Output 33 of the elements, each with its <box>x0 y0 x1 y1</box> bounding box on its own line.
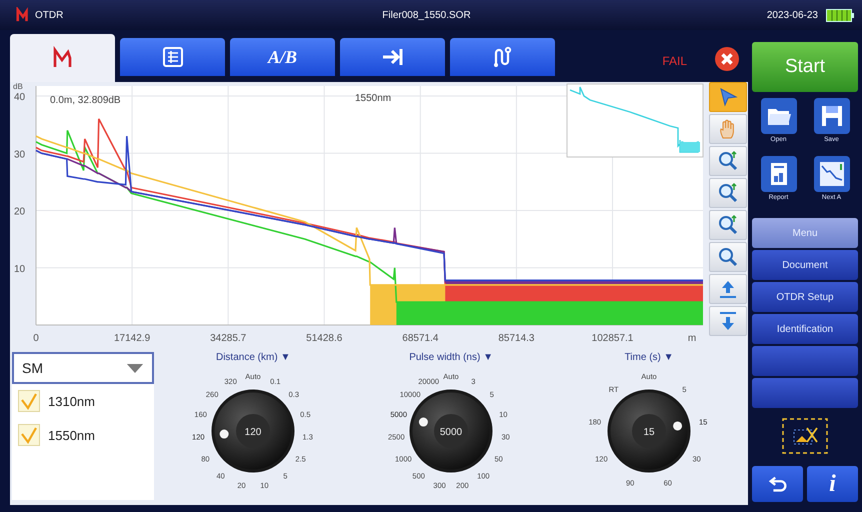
y-tick-label: 20 <box>14 206 26 218</box>
wavelength-option: 1550nm <box>48 428 95 442</box>
y-tick-label: 40 <box>14 92 26 103</box>
y-tick-label: 10 <box>14 264 26 275</box>
file-title: Filer008_1550.SOR <box>381 10 472 20</box>
x-axis-unit: m <box>688 333 696 344</box>
info-button[interactable]: i <box>807 466 858 502</box>
wavelength-option: 1310nm <box>48 394 95 408</box>
dial-title[interactable]: Pulse width (ns) ▼ <box>409 352 494 363</box>
cursor-readout: 0.0m, 32.809dB <box>50 95 121 106</box>
y-tick-label: 30 <box>14 149 26 160</box>
dial-value: 15 <box>643 427 655 438</box>
mode-dropdown[interactable]: SM <box>12 352 154 384</box>
tab[interactable]: A/B <box>230 38 335 76</box>
menu-item[interactable]: OTDR Setup <box>752 282 858 312</box>
date-text: 2023-06-23 <box>766 10 818 20</box>
x-tick-label: 17142.9 <box>114 333 150 344</box>
x-tick-label: 102857.1 <box>592 333 634 344</box>
x-tick-label: 51428.6 <box>306 333 342 344</box>
y-axis-unit: dB <box>13 82 23 91</box>
x-tick-label: 85714.3 <box>498 333 534 344</box>
menu-item[interactable]: Identification <box>752 314 858 344</box>
wavelength-label: 1550nm <box>355 93 392 104</box>
x-tick-label: 0 <box>33 333 39 344</box>
menu-item[interactable]: Document <box>752 250 858 280</box>
dial-value: 5000 <box>440 427 462 438</box>
x-tick-label: 68571.4 <box>402 333 438 344</box>
dial-title[interactable]: Distance (km) ▼ <box>216 352 290 363</box>
app-name: OTDR <box>35 10 64 20</box>
dial-title[interactable]: Time (s) ▼ <box>624 352 674 363</box>
result-status: FAIL <box>662 54 687 68</box>
dial-value: 120 <box>244 427 262 438</box>
x-tick-label: 34285.7 <box>210 333 246 344</box>
